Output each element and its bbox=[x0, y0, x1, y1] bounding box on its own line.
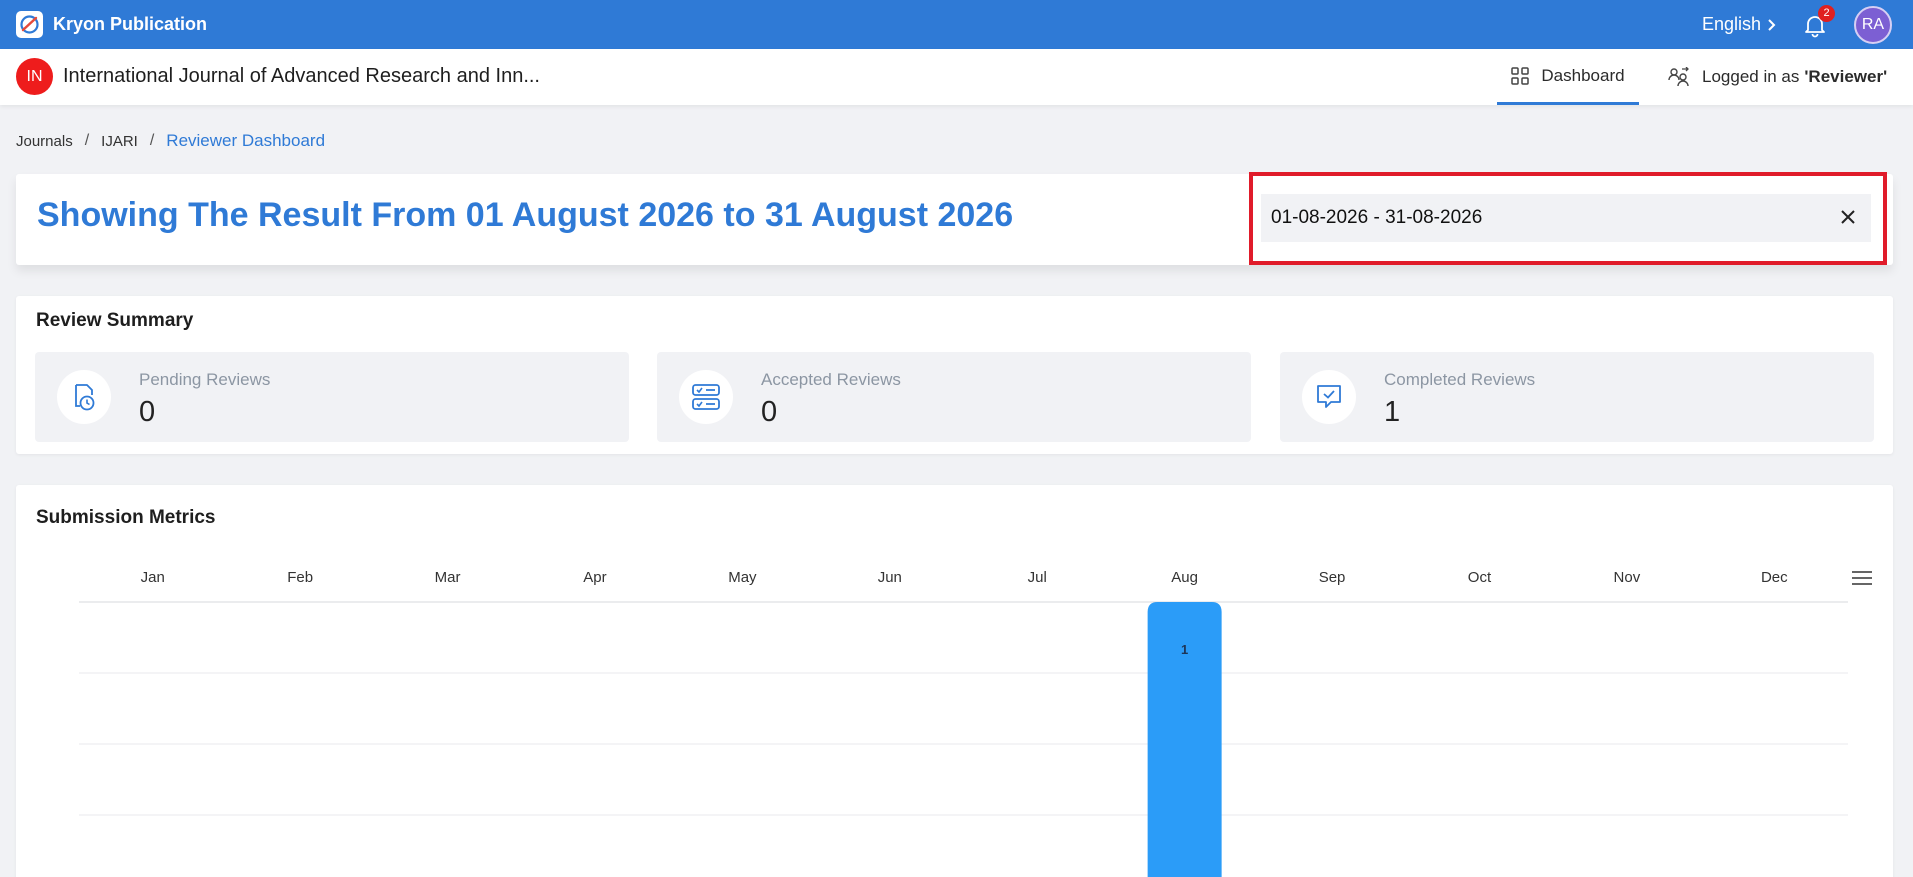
journal-header: IN International Journal of Advanced Res… bbox=[0, 49, 1913, 105]
journal-title: International Journal of Advanced Resear… bbox=[63, 65, 540, 87]
brand-name: Kryon Publication bbox=[53, 14, 208, 34]
server-list-icon bbox=[679, 370, 733, 424]
breadcrumb: Journals / IJARI / Reviewer Dashboard bbox=[16, 131, 325, 151]
x-tick-label: Jan bbox=[141, 569, 165, 586]
review-summary-title: Review Summary bbox=[36, 310, 194, 331]
completed-reviews-label: Completed Reviews bbox=[1384, 370, 1536, 389]
chevron-right-icon bbox=[1768, 18, 1776, 31]
pending-reviews-card[interactable]: Pending Reviews 0 bbox=[35, 352, 629, 442]
pending-reviews-label: Pending Reviews bbox=[139, 370, 271, 389]
logged-in-role-name: 'Reviewer' bbox=[1804, 67, 1888, 86]
submission-metrics-title: Submission Metrics bbox=[36, 507, 216, 528]
date-range-title: Showing The Result From 01 August 2026 t… bbox=[37, 196, 1014, 234]
accepted-reviews-label: Accepted Reviews bbox=[761, 370, 901, 389]
breadcrumb-current: Reviewer Dashboard bbox=[166, 131, 326, 150]
x-tick-label: May bbox=[728, 569, 757, 586]
x-tick-label: Dec bbox=[1761, 569, 1788, 586]
message-check-icon bbox=[1302, 370, 1356, 424]
x-tick-label: Apr bbox=[583, 569, 606, 586]
breadcrumb-journals[interactable]: Journals bbox=[16, 133, 73, 150]
submission-metrics-card: Submission Metrics Jan Feb Mar Apr May Jun Jul… bbox=[16, 485, 1893, 877]
date-range-value: 01-08-2026 - 31-08-2026 bbox=[1271, 207, 1483, 228]
logged-in-role[interactable]: Logged in as 'Reviewer' bbox=[1668, 49, 1887, 105]
data-label-aug: 1 bbox=[1181, 642, 1188, 657]
journal-info: IN International Journal of Advanced Res… bbox=[16, 58, 540, 95]
file-clock-icon bbox=[57, 370, 111, 424]
breadcrumb-separator: / bbox=[149, 132, 155, 149]
breadcrumb-separator: / bbox=[84, 132, 90, 149]
date-range-highlight: 01-08-2026 - 31-08-2026 bbox=[1249, 172, 1887, 265]
tab-dashboard[interactable]: Dashboard bbox=[1497, 49, 1639, 105]
grid-icon bbox=[1511, 66, 1530, 85]
accepted-reviews-card[interactable]: Accepted Reviews 0 bbox=[657, 352, 1251, 442]
x-tick-label: Jun bbox=[878, 569, 902, 586]
tab-dashboard-label: Dashboard bbox=[1541, 65, 1625, 85]
pending-reviews-value: 0 bbox=[139, 396, 156, 428]
top-navbar: Kryon Publication English 2 RA bbox=[0, 0, 1913, 49]
completed-reviews-value: 1 bbox=[1384, 396, 1401, 428]
review-summary-card: Review Summary Pending Reviews 0 Accepte… bbox=[16, 296, 1893, 454]
journal-badge: IN bbox=[16, 58, 53, 95]
completed-reviews-card[interactable]: Completed Reviews 1 bbox=[1280, 352, 1874, 442]
clear-date-button[interactable] bbox=[1839, 208, 1857, 232]
x-tick-label: Mar bbox=[435, 569, 461, 586]
user-avatar[interactable]: RA bbox=[1854, 5, 1892, 44]
language-label: English bbox=[1701, 14, 1761, 34]
brand-logo-icon bbox=[16, 11, 43, 38]
users-switch-icon bbox=[1668, 67, 1689, 87]
language-selector[interactable]: English bbox=[1702, 14, 1777, 35]
accepted-reviews-value: 0 bbox=[761, 396, 778, 428]
x-tick-label: Aug bbox=[1171, 569, 1198, 586]
x-tick-label: Sep bbox=[1319, 569, 1346, 586]
date-range-input[interactable]: 01-08-2026 - 31-08-2026 bbox=[1261, 194, 1871, 242]
brand[interactable]: Kryon Publication bbox=[16, 11, 207, 38]
logged-in-prefix: Logged in as bbox=[1702, 67, 1800, 86]
breadcrumb-ijari[interactable]: IJARI bbox=[101, 133, 138, 150]
x-tick-label: Feb bbox=[287, 569, 313, 586]
date-range-card: Showing The Result From 01 August 2026 t… bbox=[16, 172, 1893, 265]
close-icon bbox=[1841, 210, 1855, 224]
x-tick-label: Nov bbox=[1614, 569, 1641, 586]
x-tick-label: Oct bbox=[1468, 569, 1492, 586]
x-tick-label: Jul bbox=[1028, 569, 1047, 586]
notifications-button[interactable]: 2 bbox=[1801, 4, 1835, 39]
notification-count-badge: 2 bbox=[1818, 4, 1835, 22]
submission-metrics-chart: Jan Feb Mar Apr May Jun Jul Aug 1 Sep Oct Nov Dec bbox=[79, 569, 1848, 877]
